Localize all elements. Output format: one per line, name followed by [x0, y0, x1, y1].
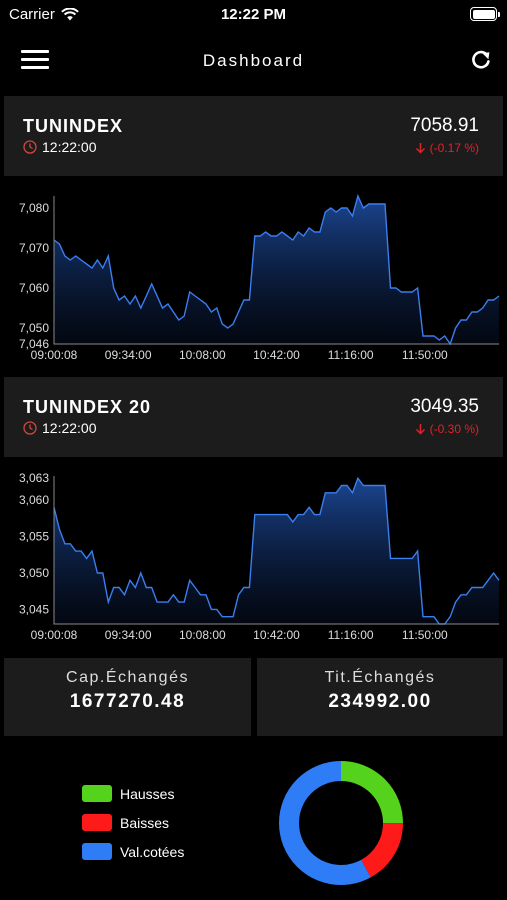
index-card-tunindex-20[interactable]: TUNINDEX 20 12:22:00 3049.35 (-0.30 %) [4, 377, 503, 457]
chart-area [54, 478, 499, 624]
legend-label: Hausses [120, 785, 175, 802]
cap-echanges-value: 1677270.48 [69, 691, 186, 712]
legend-swatch [82, 843, 112, 860]
refresh-icon[interactable] [469, 48, 493, 72]
clock-icon [23, 140, 37, 154]
index-value: 3049.35 [410, 396, 479, 417]
index-time-row: 12:22:00 [23, 139, 97, 155]
tit-echanges-label: Tit.Échangés [324, 669, 436, 686]
index-name: TUNINDEX [23, 116, 124, 136]
index-name: TUNINDEX 20 [23, 397, 152, 417]
nav-bar: Dashboard [0, 36, 507, 84]
y-tick-label: 3,045 [19, 602, 49, 616]
chart-tunindex-20[interactable]: 3,063 3,060 3,055 3,050 3,045 09:00:08 09:34:0… [0, 466, 507, 651]
x-tick-label: 09:00:08 [31, 628, 78, 642]
x-tick-label: 11:50:00 [402, 348, 448, 362]
battery-icon [470, 7, 500, 21]
index-change-pct: (-0.17 %) [429, 141, 479, 155]
x-tick-label: 11:16:00 [328, 628, 374, 642]
y-tick-label: 7,050 [19, 321, 49, 335]
x-tick-label: 09:00:08 [31, 348, 78, 362]
index-change: (-0.30 %) [415, 422, 479, 436]
legend-label: Baisses [120, 814, 170, 831]
clock-icon [23, 421, 37, 435]
arrow-down-icon [415, 424, 425, 435]
cap-echanges-label: Cap.Échangés [66, 669, 189, 686]
x-tick-label: 10:08:00 [179, 348, 226, 362]
index-card-tunindex[interactable]: TUNINDEX 12:22:00 7058.91 (-0.17 %) [4, 96, 503, 176]
status-bar: Carrier 12:22 PM [0, 0, 507, 30]
chart-area [54, 196, 499, 344]
tit-echanges-panel: Tit.Échangés 234992.00 [257, 658, 503, 736]
x-tick-label: 09:34:00 [105, 628, 152, 642]
y-tick-label: 3,050 [19, 566, 49, 580]
cap-echanges-panel: Cap.Échangés 1677270.48 [4, 658, 251, 736]
legend-item-baisses: Baisses [82, 808, 184, 837]
x-tick-label: 09:34:00 [105, 348, 152, 362]
index-change: (-0.17 %) [415, 141, 479, 155]
legend-item-val-cotees: Val.cotées [82, 837, 184, 866]
tit-echanges-value: 234992.00 [328, 691, 432, 712]
y-tick-label: 3,063 [19, 471, 49, 485]
legend-label: Val.cotées [120, 843, 185, 860]
index-time: 12:22:00 [42, 420, 97, 436]
legend-item-hausses: Hausses [82, 779, 184, 808]
x-tick-label: 10:42:00 [253, 628, 300, 642]
chart-tunindex[interactable]: 7,080 7,070 7,060 7,050 7,046 09:00:08 09:34:0… [0, 186, 507, 371]
donut-legend: Hausses Baisses Val.cotées [82, 779, 184, 866]
market-donut-chart[interactable] [276, 758, 406, 888]
x-tick-label: 10:08:00 [179, 628, 226, 642]
index-change-pct: (-0.30 %) [429, 422, 479, 436]
y-tick-label: 7,070 [19, 241, 49, 255]
status-time: 12:22 PM [220, 6, 287, 23]
index-time-row: 12:22:00 [23, 420, 97, 436]
page-title: Dashboard [202, 51, 305, 70]
x-tick-label: 11:16:00 [328, 348, 374, 362]
y-tick-label: 3,060 [19, 493, 49, 507]
x-tick-label: 10:42:00 [253, 348, 300, 362]
y-tick-label: 7,080 [19, 201, 49, 215]
legend-swatch [82, 785, 112, 802]
y-tick-label: 7,060 [19, 281, 49, 295]
index-value: 7058.91 [410, 115, 479, 136]
index-time: 12:22:00 [42, 139, 97, 155]
y-tick-label: 3,055 [19, 530, 49, 544]
x-tick-label: 11:50:00 [402, 628, 448, 642]
legend-swatch [82, 814, 112, 831]
arrow-down-icon [415, 143, 425, 154]
